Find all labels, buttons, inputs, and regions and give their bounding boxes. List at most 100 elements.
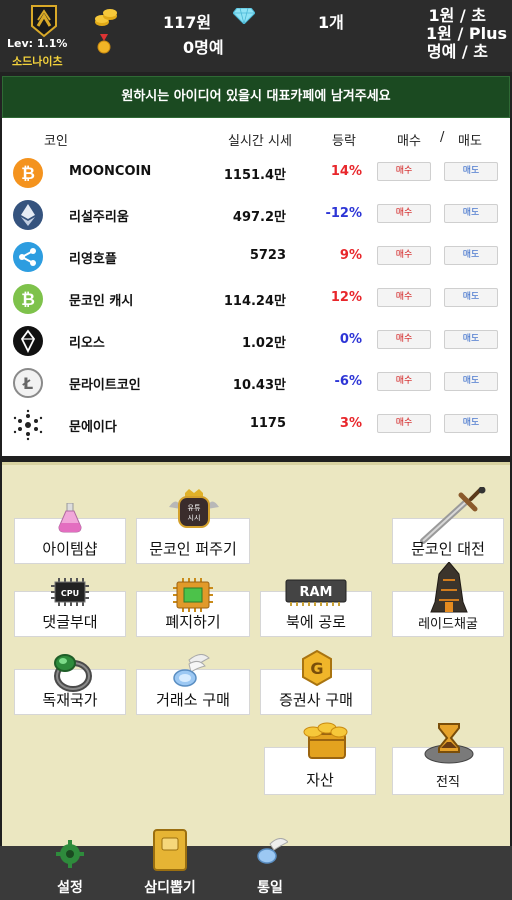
buy-button[interactable]: 매수 (377, 162, 431, 181)
coin-change: -6% (334, 374, 362, 389)
buy-button[interactable]: 매수 (377, 204, 431, 223)
exchange-buy-label: 거래소 구매 (156, 691, 230, 709)
svg-text:₿: ₿ (21, 164, 35, 184)
g-coin-icon: G (302, 650, 332, 686)
comment-army-label: 댓글부대 (42, 613, 98, 631)
sell-button[interactable]: 매도 (444, 372, 498, 391)
ripple-icon (13, 242, 43, 272)
rumor-badge-icon: 유튜 시시 (169, 489, 219, 528)
gear-icon (56, 840, 84, 868)
item-shop-button[interactable]: 아이템샵 (14, 503, 126, 564)
sell-button[interactable]: 매도 (444, 246, 498, 265)
moon-battle-button[interactable]: 문코인 대전 (392, 487, 504, 564)
tower-icon (430, 562, 468, 613)
coin-price: 497.2만 (232, 210, 286, 225)
hourglass-icon (424, 723, 474, 764)
cardano-icon (13, 409, 43, 441)
notice-banner[interactable]: 원하시는 아이디어 있을시 대표카페에 남겨주세요 (2, 76, 510, 118)
coin-name: 문코인 캐시 (69, 294, 134, 309)
assets-button[interactable]: 자산 (264, 722, 376, 795)
medal-icon (97, 34, 111, 54)
comment-army-button[interactable]: CPU 댓글부대 (14, 578, 126, 637)
unify-label: 통일 (257, 880, 283, 896)
buy-button[interactable]: 매수 (377, 372, 431, 391)
litecoin-icon: Ł (13, 368, 43, 398)
ring-icon (54, 654, 92, 692)
settings-label: 설정 (57, 880, 83, 896)
buy-button[interactable]: 매수 (377, 414, 431, 433)
svg-text:Ł: Ł (22, 374, 33, 393)
sword-icon (420, 487, 486, 544)
coin-price: 1.02만 (241, 336, 286, 351)
table-row: 리설주리움 497.2만 -12% 매수 매도 (2, 193, 510, 235)
coin-name: 리영호플 (69, 252, 117, 267)
coin-price: 5723 (249, 248, 286, 263)
menu-area: 아이템샵 유튜 시시 문코인 퍼주기 문코인 대전 CPU 댓글부대 폐지하기 … (2, 462, 510, 846)
dictator-button[interactable]: 독재국가 (14, 654, 126, 715)
securities-buy-label: 증권사 구매 (279, 691, 353, 709)
ram-icon: RAM (285, 579, 347, 606)
exchange-buy-button[interactable]: 거래소 구매 (136, 654, 250, 715)
sell-button[interactable]: 매도 (444, 288, 498, 307)
securities-buy-button[interactable]: G 증권사 구매 (260, 650, 372, 715)
coin-name: MOONCOIN (69, 164, 152, 179)
item-shop-label: 아이템샵 (42, 540, 98, 558)
fame-rate: 명예 / 초 (426, 42, 488, 61)
coin-price: 10.43만 (232, 378, 286, 393)
spread-rumor-label: 문코인 퍼주기 (149, 540, 237, 558)
svg-text:G: G (310, 659, 323, 678)
table-row: 문에이다 1175 3% 매수 매도 (2, 403, 510, 445)
buy-button[interactable]: 매수 (377, 330, 431, 349)
coin-change: 12% (330, 290, 362, 305)
raid-mining-button[interactable]: 레이드채굴 (392, 562, 504, 637)
header-sep: / (440, 130, 445, 145)
buy-button[interactable]: 매수 (377, 246, 431, 265)
table-row: 리영호플 5723 9% 매수 매도 (2, 235, 510, 277)
north-attack-button[interactable]: RAM 북에 공로 (260, 579, 372, 637)
rank-shield-icon (31, 5, 57, 38)
raid-mining-label: 레이드채굴 (418, 617, 478, 632)
table-row: 리오스 1.02만 0% 매수 매도 (2, 319, 510, 361)
job-change-button[interactable]: 전직 (392, 723, 504, 795)
card-icon (153, 829, 187, 871)
treasure-icon (303, 722, 348, 759)
sell-button[interactable]: 매도 (444, 204, 498, 223)
sell-button[interactable]: 매도 (444, 330, 498, 349)
coin-name: 리설주리움 (69, 210, 129, 225)
shutdown-button[interactable]: 폐지하기 (136, 578, 250, 637)
coin-name: 문라이트코인 (69, 378, 141, 393)
coin-price: 1151.4만 (223, 168, 286, 183)
table-row: ₿ 문코인 캐시 114.24만 12% 매수 매도 (2, 277, 510, 319)
buy-button[interactable]: 매수 (377, 288, 431, 307)
coin-change: 3% (339, 416, 362, 431)
coin-price: 1175 (249, 416, 286, 431)
level-text: Lev: 1.1% (7, 37, 68, 50)
winged-coin-icon (257, 838, 288, 864)
dictator-label: 독재국가 (42, 691, 98, 709)
coin-change: 14% (330, 164, 362, 179)
spread-rumor-button[interactable]: 유튜 시시 문코인 퍼주기 (136, 489, 250, 564)
notice-wrap: 원하시는 아이디어 있을시 대표카페에 남겨주세요 (0, 72, 512, 118)
ethereum-icon (13, 200, 43, 230)
sell-button[interactable]: 매도 (444, 414, 498, 433)
card-draw-button[interactable]: 삼디뽑기 (130, 829, 210, 900)
svg-text:시시: 시시 (188, 514, 201, 522)
unify-button[interactable]: 통일 (240, 838, 300, 900)
fame-amount: 0명예 (183, 38, 224, 57)
sell-button[interactable]: 매도 (444, 162, 498, 181)
coin-table: 코인 실시간 시세 등락 매수 / 매도 ₿ MOONCOIN 1151.4만 … (2, 118, 510, 456)
coin-price: 114.24만 (223, 294, 286, 309)
potion-icon (58, 503, 82, 533)
ram-text: RAM (299, 585, 332, 600)
settings-button[interactable]: 설정 (40, 840, 100, 900)
cpu-icon: CPU (51, 578, 89, 606)
svg-text:유튜: 유튜 (188, 504, 201, 512)
gem-amount: 1개 (318, 13, 344, 32)
svg-text:₿: ₿ (21, 290, 35, 310)
winged-coin-icon (173, 654, 210, 687)
status-bar: Lev: 1.1% 소드나이츠 117원 0명예 1개 1원 / 초 1원 / … (0, 0, 512, 72)
rank-name: 소드나이츠 (12, 55, 63, 68)
coin-name: 리오스 (69, 336, 105, 351)
cpu-text: CPU (61, 589, 79, 598)
header-buy: 매수 (397, 134, 421, 149)
